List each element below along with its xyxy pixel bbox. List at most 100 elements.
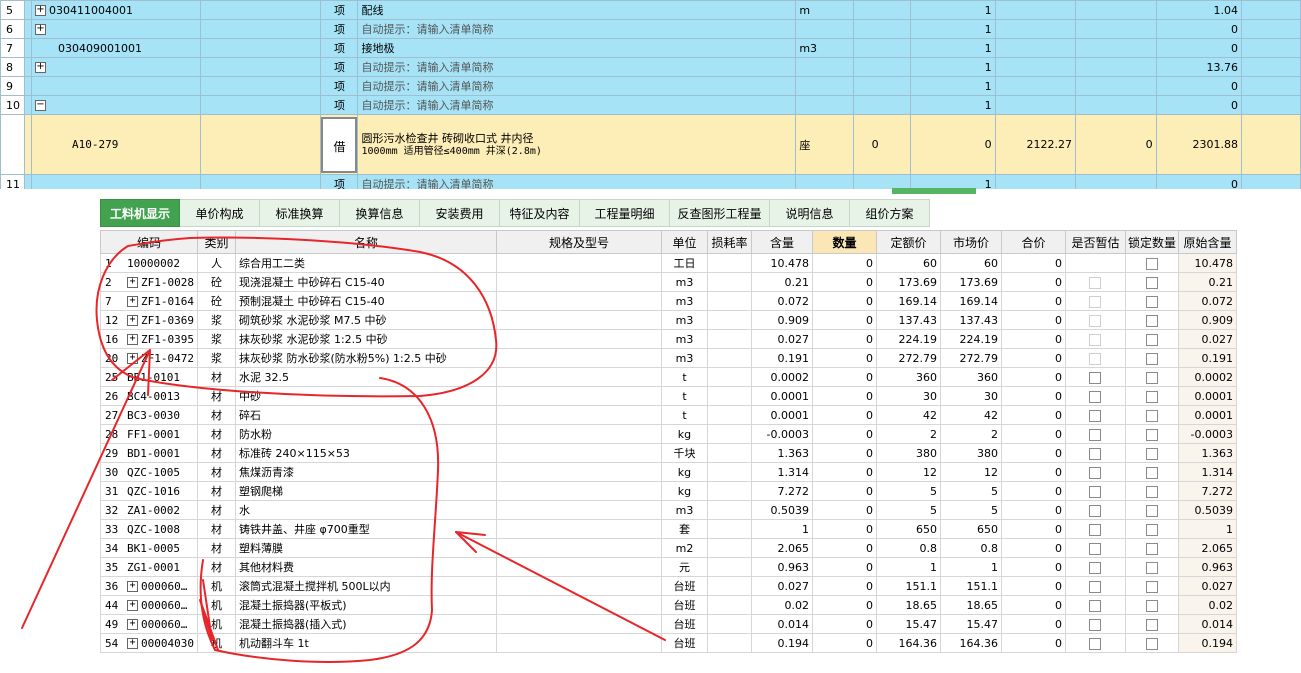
column-header-5[interactable]: 损耗率 bbox=[706, 230, 752, 254]
resource-row[interactable]: 35 ZG1-0001 材其他材料费元 0.963 0 1 1 0 0.963 bbox=[100, 557, 1237, 577]
resource-row[interactable]: 12 + ZF1-0369 浆砌筑砂浆 水泥砂浆 M7.5 中砂 m3 0.909 0 137… bbox=[100, 310, 1237, 330]
resource-code-cell[interactable]: 44 +000060… bbox=[100, 595, 198, 615]
resource-row[interactable]: 30 QZC-1005 材焦煤沥青漆 kg 1.314 0 12 12 0 1.314 bbox=[100, 462, 1237, 482]
estimate-checkbox-cell[interactable] bbox=[1064, 424, 1126, 444]
resource-spec[interactable] bbox=[495, 481, 662, 501]
lock-qty-checkbox[interactable] bbox=[1145, 618, 1158, 631]
lock-qty-checkbox[interactable] bbox=[1145, 542, 1158, 555]
resource-content[interactable]: 1.314 bbox=[750, 462, 813, 482]
resource-name[interactable]: 焦煤沥青漆 bbox=[234, 462, 497, 482]
resource-name[interactable]: 砌筑砂浆 水泥砂浆 M7.5 中砂 bbox=[234, 310, 497, 330]
item-qty[interactable] bbox=[852, 19, 912, 39]
expand-icon[interactable]: + bbox=[127, 353, 138, 364]
resource-qty[interactable]: 0 bbox=[811, 538, 877, 558]
resource-spec[interactable] bbox=[495, 595, 662, 615]
estimate-checkbox[interactable] bbox=[1089, 295, 1102, 308]
estimate-checkbox[interactable] bbox=[1089, 599, 1102, 612]
resource-name[interactable]: 塑料薄膜 bbox=[234, 538, 497, 558]
estimate-checkbox[interactable] bbox=[1089, 561, 1102, 574]
resource-spec[interactable] bbox=[495, 462, 662, 482]
resource-code-cell[interactable]: 34 BK1-0005 bbox=[100, 538, 198, 558]
column-header-3[interactable]: 规格及型号 bbox=[495, 230, 662, 254]
resource-qty[interactable]: 0 bbox=[811, 329, 877, 349]
resource-row[interactable]: 33 QZC-1008 材铸铁井盖、井座 φ700重型套 1 0 650 650 0 1 bbox=[100, 519, 1237, 539]
resource-qty[interactable]: 0 bbox=[811, 614, 877, 634]
resource-market-price[interactable]: 380 bbox=[939, 443, 1002, 463]
borrow-marker[interactable]: 借 bbox=[321, 116, 357, 173]
tab-4[interactable]: 安装费用 bbox=[420, 199, 500, 227]
resource-content[interactable]: 10.478 bbox=[750, 253, 813, 273]
estimate-checkbox[interactable] bbox=[1089, 485, 1102, 498]
resource-loss-rate[interactable] bbox=[706, 500, 752, 520]
resource-market-price[interactable]: 2 bbox=[939, 424, 1002, 444]
resource-content[interactable]: 0.963 bbox=[750, 557, 813, 577]
estimate-checkbox-cell[interactable] bbox=[1064, 500, 1126, 520]
column-header-1[interactable]: 类别 bbox=[196, 230, 236, 254]
estimate-checkbox-cell[interactable] bbox=[1064, 633, 1126, 653]
estimate-checkbox-cell[interactable] bbox=[1064, 576, 1126, 596]
item-formula[interactable]: 1 bbox=[910, 0, 996, 20]
item-code-cell[interactable]: 030409001001 bbox=[30, 38, 201, 58]
lock-qty-checkbox[interactable] bbox=[1145, 523, 1158, 536]
resource-code-cell[interactable]: 28 FF1-0001 bbox=[100, 424, 198, 444]
resource-name[interactable]: 水泥 32.5 bbox=[234, 367, 497, 387]
estimate-checkbox[interactable] bbox=[1089, 523, 1102, 536]
resource-content[interactable]: 0.194 bbox=[750, 633, 813, 653]
lock-qty-checkbox-cell[interactable] bbox=[1124, 253, 1179, 273]
estimate-checkbox[interactable] bbox=[1089, 466, 1102, 479]
collapse-icon[interactable]: − bbox=[34, 100, 46, 111]
estimate-checkbox-cell[interactable] bbox=[1064, 538, 1126, 558]
estimate-checkbox-cell[interactable] bbox=[1064, 291, 1126, 311]
resource-spec[interactable] bbox=[495, 367, 662, 387]
estimate-checkbox-cell[interactable] bbox=[1064, 272, 1126, 292]
resource-name[interactable]: 碎石 bbox=[234, 405, 497, 425]
resource-qty[interactable]: 0 bbox=[811, 519, 877, 539]
estimate-checkbox[interactable] bbox=[1089, 428, 1102, 441]
resource-spec[interactable] bbox=[495, 329, 662, 349]
lock-qty-checkbox[interactable] bbox=[1145, 352, 1158, 365]
column-header-7[interactable]: 数量 bbox=[811, 230, 877, 254]
lock-qty-checkbox[interactable] bbox=[1145, 276, 1158, 289]
resource-row[interactable]: 7 + ZF1-0164 砼预制混凝土 中砂碎石 C15-40 m3 0.072 0 169.… bbox=[100, 291, 1237, 311]
resource-spec[interactable] bbox=[495, 424, 662, 444]
estimate-checkbox-cell[interactable] bbox=[1064, 348, 1126, 368]
resource-row[interactable]: 26 BC4-0013 材中砂 t 0.0001 0 30 30 0 0.0001 bbox=[100, 386, 1237, 406]
lock-qty-checkbox-cell[interactable] bbox=[1124, 386, 1179, 406]
resource-content[interactable]: 1 bbox=[750, 519, 813, 539]
resource-code-cell[interactable]: 54 +00004030 bbox=[100, 633, 198, 653]
lock-qty-checkbox[interactable] bbox=[1145, 637, 1158, 650]
resource-content[interactable]: 0.072 bbox=[750, 291, 813, 311]
estimate-checkbox[interactable] bbox=[1089, 580, 1102, 593]
expand-icon[interactable]: + bbox=[127, 581, 138, 592]
resource-code-cell[interactable]: 12 + ZF1-0369 bbox=[100, 310, 198, 330]
resource-loss-rate[interactable] bbox=[706, 519, 752, 539]
item-qty[interactable] bbox=[852, 38, 912, 58]
resource-loss-rate[interactable] bbox=[706, 329, 752, 349]
quota-qty[interactable]: 0 bbox=[852, 114, 912, 175]
resource-content[interactable]: 0.02 bbox=[750, 595, 813, 615]
resource-qty[interactable]: 0 bbox=[811, 500, 877, 520]
item-formula[interactable]: 1 bbox=[910, 19, 996, 39]
resource-loss-rate[interactable] bbox=[706, 557, 752, 577]
resource-spec[interactable] bbox=[495, 614, 662, 634]
estimate-checkbox-cell[interactable] bbox=[1064, 367, 1126, 387]
item-formula[interactable]: 1 bbox=[910, 38, 996, 58]
lock-qty-checkbox[interactable] bbox=[1145, 428, 1158, 441]
lock-qty-checkbox[interactable] bbox=[1145, 371, 1158, 384]
resource-loss-rate[interactable] bbox=[706, 405, 752, 425]
resource-name[interactable]: 塑钢爬梯 bbox=[234, 481, 497, 501]
resource-content[interactable]: 2.065 bbox=[750, 538, 813, 558]
item-name-hint[interactable]: 自动提示：请输入清单简称 bbox=[357, 19, 797, 39]
lock-qty-checkbox[interactable] bbox=[1145, 333, 1158, 346]
lock-qty-checkbox-cell[interactable] bbox=[1124, 462, 1179, 482]
resource-market-price[interactable]: 5 bbox=[939, 481, 1002, 501]
lock-qty-checkbox-cell[interactable] bbox=[1124, 557, 1179, 577]
resource-market-price[interactable]: 1 bbox=[939, 557, 1002, 577]
resource-loss-rate[interactable] bbox=[706, 633, 752, 653]
estimate-checkbox-cell[interactable] bbox=[1064, 310, 1126, 330]
item-name[interactable]: 接地极 bbox=[357, 38, 797, 58]
tab-5[interactable]: 特征及内容 bbox=[500, 199, 580, 227]
resource-name[interactable]: 抹灰砂浆 防水砂浆(防水粉5%) 1:2.5 中砂 bbox=[234, 348, 497, 368]
estimate-checkbox[interactable] bbox=[1089, 352, 1102, 365]
resource-content[interactable]: 0.0001 bbox=[750, 386, 813, 406]
